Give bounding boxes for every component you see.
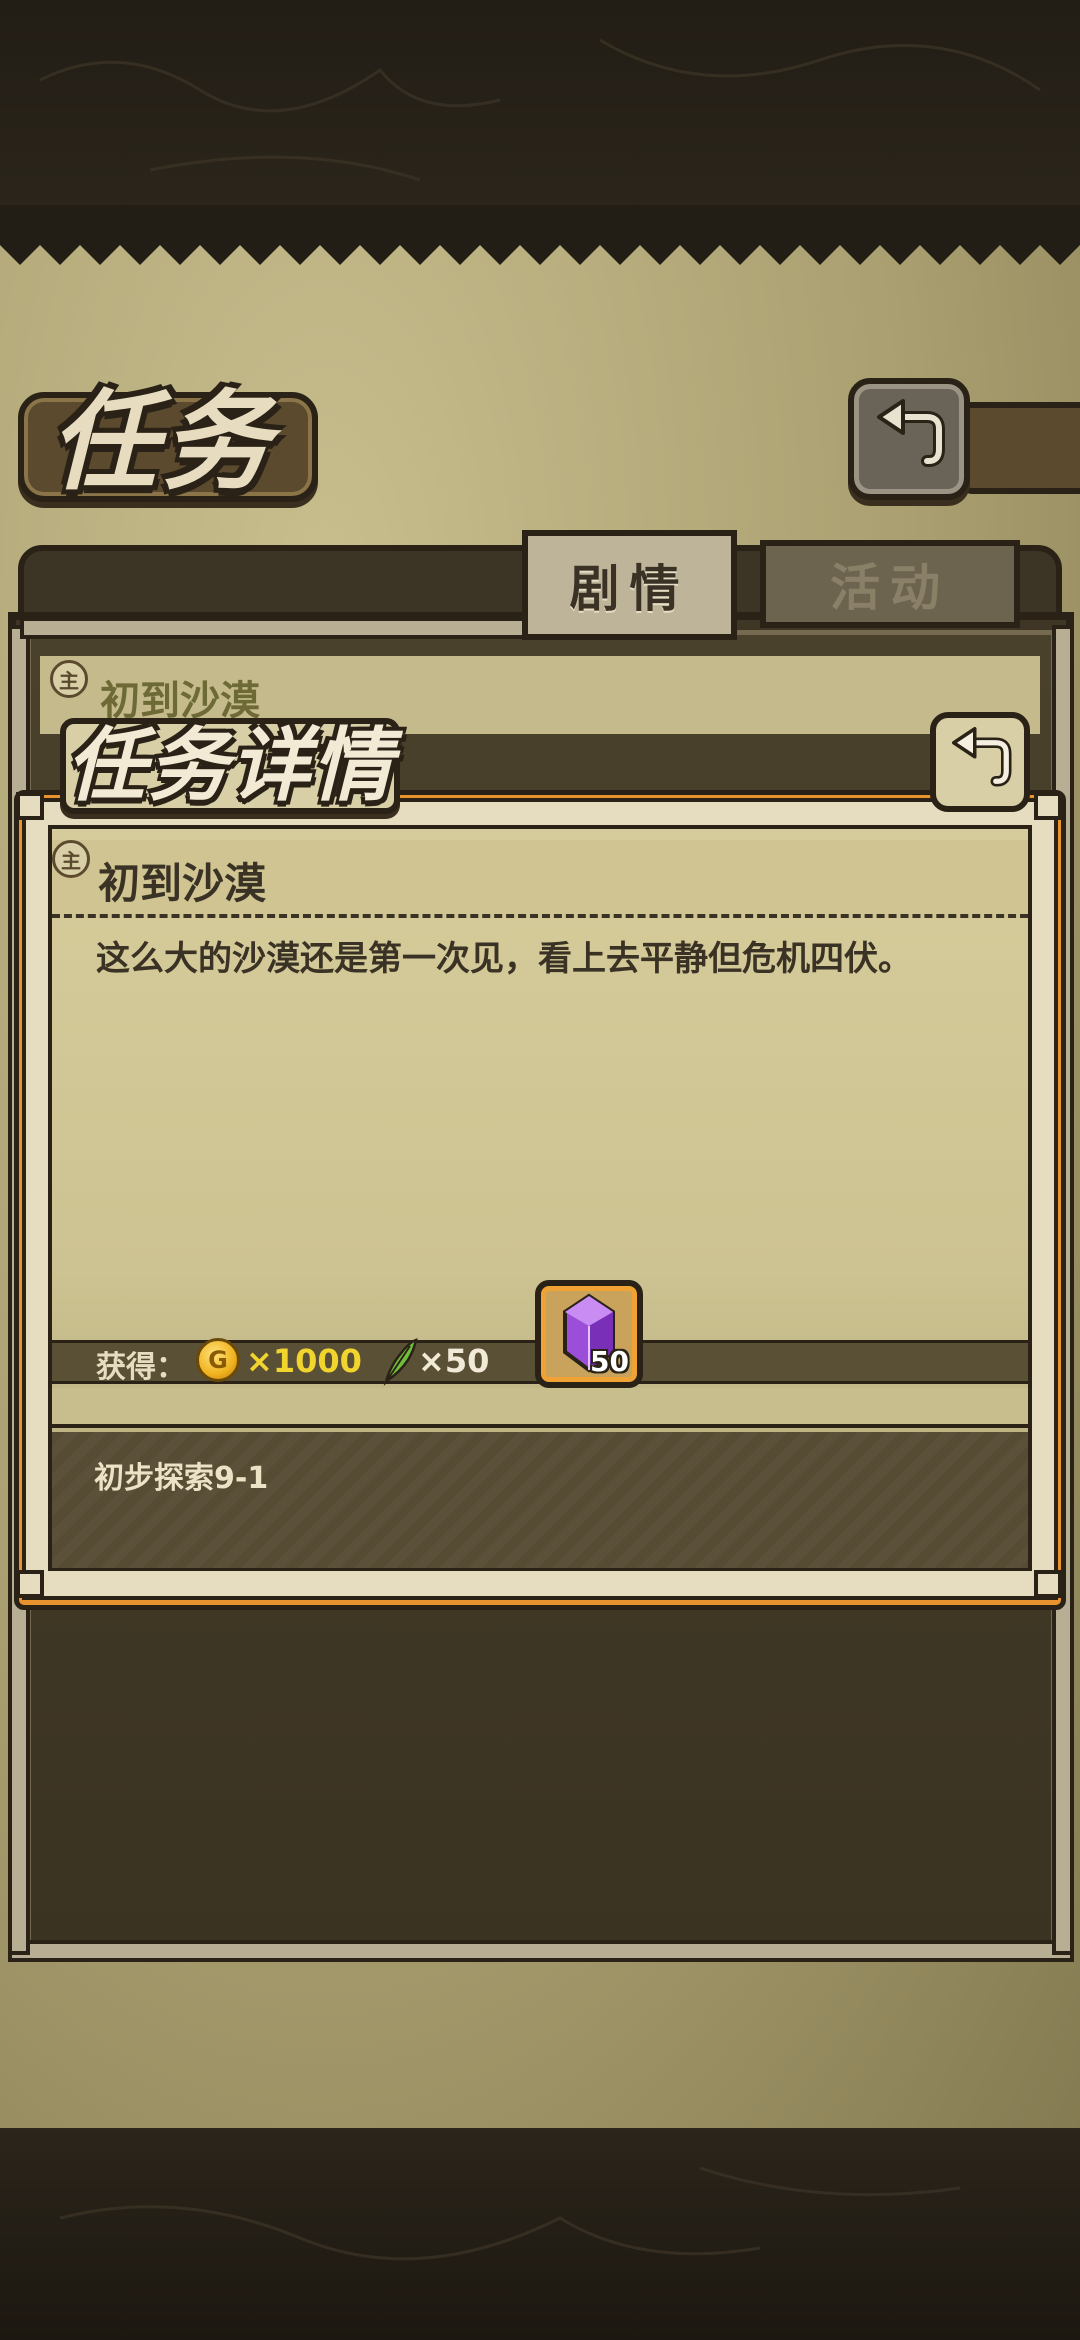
tab-event[interactable]: 活动 [760, 540, 1020, 628]
feather-icon [383, 1338, 418, 1386]
quest-description: 这么大的沙漠还是第一次见，看上去平静但危机四伏。 [96, 939, 912, 979]
return-arrow-icon [952, 727, 1012, 787]
frame-corner [1034, 1570, 1062, 1598]
bottom-background [0, 2128, 1080, 2340]
top-background [0, 0, 1080, 210]
divider-strip [52, 1388, 1028, 1428]
gold-coin-icon: G [196, 1338, 240, 1382]
frame-rail-bottom [8, 1940, 1074, 1962]
return-arrow-icon [877, 399, 945, 467]
map-sketch [59, 2166, 961, 2261]
gold-reward-amount: ×1000 [246, 1342, 362, 1380]
main-quest-badge: 主 [52, 840, 90, 878]
gem-reward-amount: 50 [590, 1345, 629, 1378]
dialog-title: 任务详情 [66, 719, 394, 812]
frame-corner [1034, 792, 1062, 820]
frame-corner [16, 792, 44, 820]
torn-edge-top [0, 205, 1080, 265]
main-quest-badge: 主 [50, 660, 88, 698]
tab-story[interactable]: 剧情 [522, 530, 737, 640]
dialog-close-button[interactable] [930, 712, 1030, 812]
reward-label: 获得： [96, 1350, 186, 1385]
map-sketch [39, 38, 1041, 182]
feather-reward-amount: ×50 [418, 1342, 490, 1380]
frame-rail-top [20, 617, 540, 639]
quest-name: 初到沙漠 [98, 859, 267, 908]
page-title: 任务 [50, 380, 275, 505]
frame-corner [16, 1570, 44, 1598]
stage-label: 初步探索9-1 [94, 1461, 269, 1496]
back-button[interactable] [848, 378, 970, 500]
back-button-base [960, 402, 1080, 494]
